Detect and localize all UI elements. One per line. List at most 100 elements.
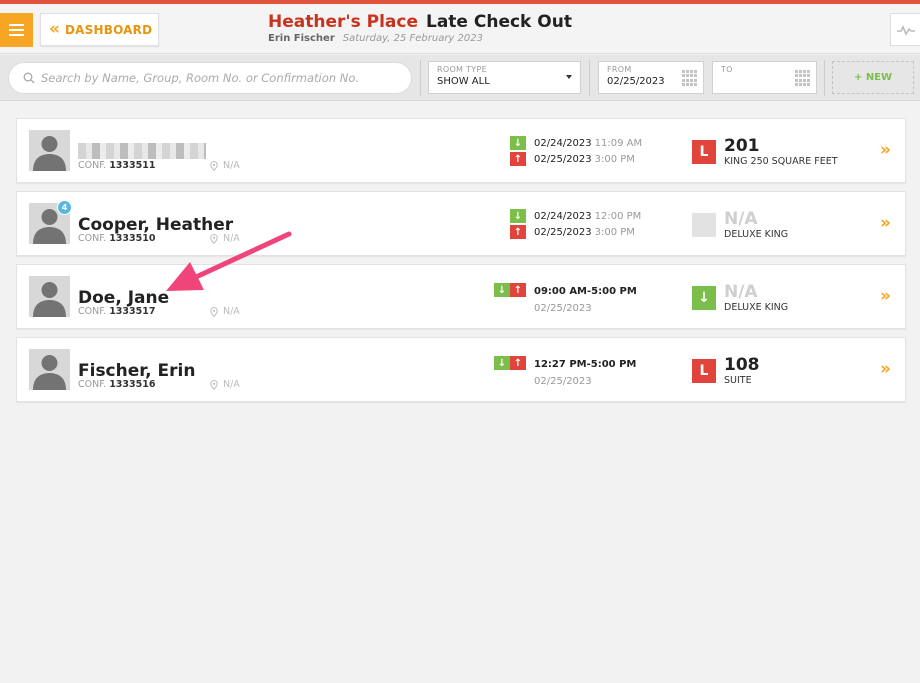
guest-name: Cooper, Heather: [78, 215, 234, 235]
open-reservation-chevron-icon[interactable]: »: [880, 286, 891, 306]
stay-time-range: 12:27 PM-5:00 PM: [534, 359, 637, 370]
room-type-select[interactable]: ROOM TYPE SHOW ALL: [428, 61, 581, 94]
departure-arrow-icon: ↑: [510, 152, 526, 166]
divider: [824, 60, 825, 96]
pulse-icon: [896, 24, 915, 36]
room-number: N/A: [724, 282, 758, 302]
calendar-grid-icon: [682, 70, 698, 86]
filter-toolbar: ROOM TYPE SHOW ALL FROM 02/25/2023 TO + …: [0, 55, 920, 101]
page-title: Late Check Out: [425, 12, 572, 32]
caret-down-icon: [566, 75, 572, 79]
divider: [420, 60, 421, 96]
page-heading: Heather's Place Late Check Out Erin Fisch…: [268, 12, 668, 44]
guest-location: N/A: [210, 160, 240, 171]
departure-arrow-icon: ↑: [510, 356, 526, 370]
reservation-row[interactable]: CONF. 1333511 N/A ↓ 02/24/2023 11:09 AM ↑ …: [16, 118, 906, 183]
reservation-list: CONF. 1333511 N/A ↓ 02/24/2023 11:09 AM ↑ …: [16, 118, 906, 410]
arrival-date: 02/24/2023: [534, 137, 592, 149]
guest-name: Doe, Jane: [78, 288, 170, 308]
calendar-grid-icon: [795, 70, 811, 86]
map-pin-icon: [210, 233, 218, 244]
room-type: DELUXE KING: [724, 229, 789, 240]
room-number: 201: [724, 136, 760, 156]
arrival-departure-icons: ↓ ↑: [494, 283, 526, 297]
arrival-departure-icons: ↓ ↑: [494, 356, 526, 370]
arrival-arrow-icon: ↓: [494, 283, 510, 297]
arrival-time: 11:09 AM: [594, 137, 643, 149]
menu-icon-line: [9, 24, 24, 26]
guest-avatar: [29, 276, 70, 317]
confirmation-number: CONF. 1333517: [78, 306, 156, 317]
guest-location: N/A: [210, 306, 240, 317]
room-unassigned-icon: [692, 213, 716, 237]
menu-icon-line: [9, 29, 24, 31]
guest-avatar: [29, 130, 70, 171]
room-status-late-icon: L: [692, 140, 716, 164]
to-date-field[interactable]: TO: [712, 61, 817, 94]
stay-time-range: 09:00 AM-5:00 PM: [534, 286, 637, 297]
arrival-arrow-icon: ↓: [494, 356, 510, 370]
guest-name-redacted: [78, 143, 206, 159]
reservation-row[interactable]: Doe, Jane CONF. 1333517 N/A ↓ ↑ 09:00 AM-…: [16, 264, 906, 329]
departure-time: 3:00 PM: [594, 153, 635, 165]
room-number: N/A: [724, 209, 758, 229]
activity-button[interactable]: [890, 13, 920, 46]
arrival-time: 12:00 PM: [594, 210, 642, 222]
guest-location: N/A: [210, 379, 240, 390]
open-reservation-chevron-icon[interactable]: »: [880, 140, 891, 160]
map-pin-icon: [210, 160, 218, 171]
departure-date: 02/25/2023: [534, 226, 592, 238]
guest-avatar: [29, 349, 70, 390]
room-type-label: ROOM TYPE: [437, 65, 487, 74]
room-number: 108: [724, 355, 760, 375]
person-silhouette-icon: [33, 355, 66, 390]
confirmation-number: CONF. 1333510: [78, 233, 156, 244]
reservation-row[interactable]: 4 Cooper, Heather CONF. 1333510 N/A ↓ 02/…: [16, 191, 906, 256]
from-date-field[interactable]: FROM 02/25/2023: [598, 61, 704, 94]
search-box[interactable]: [8, 62, 412, 94]
open-reservation-chevron-icon[interactable]: »: [880, 213, 891, 233]
stay-date: 02/25/2023: [534, 376, 592, 387]
arrival-line: ↓ 02/24/2023 12:00 PM: [510, 209, 641, 223]
confirmation-number: CONF. 1333516: [78, 379, 156, 390]
room-type-value: SHOW ALL: [437, 76, 490, 87]
departure-line: ↑ 02/25/2023 3:00 PM: [510, 152, 635, 166]
arrival-line: ↓ 02/24/2023 11:09 AM: [510, 136, 642, 150]
guest-name: Fischer, Erin: [78, 361, 196, 381]
arrival-arrow-icon: ↓: [510, 136, 526, 150]
guest-location: N/A: [210, 233, 240, 244]
departure-line: ↑ 02/25/2023 3:00 PM: [510, 225, 635, 239]
dashboard-button[interactable]: « DASHBOARD: [40, 13, 159, 46]
menu-button[interactable]: [0, 13, 33, 47]
search-input[interactable]: [41, 71, 401, 85]
person-silhouette-icon: [33, 136, 66, 171]
arrival-date: 02/24/2023: [534, 210, 592, 222]
reservation-row[interactable]: Fischer, Erin CONF. 1333516 N/A ↓ ↑ 12:27…: [16, 337, 906, 402]
arrival-arrow-icon: ↓: [510, 209, 526, 223]
confirmation-number: CONF. 1333511: [78, 160, 156, 171]
user-name: Erin Fischer: [268, 33, 335, 44]
new-reservation-button[interactable]: + NEW: [832, 61, 914, 94]
departure-arrow-icon: ↑: [510, 225, 526, 239]
stay-date: 02/25/2023: [534, 303, 592, 314]
divider: [589, 60, 590, 96]
arrival-status-icon: ↓: [692, 286, 716, 310]
guest-count-badge: 4: [57, 200, 72, 215]
departure-date: 02/25/2023: [534, 153, 592, 165]
room-type: DELUXE KING: [724, 302, 789, 313]
menu-icon-line: [9, 34, 24, 36]
person-silhouette-icon: [33, 282, 66, 317]
dashboard-label: DASHBOARD: [64, 22, 153, 37]
departure-time: 3:00 PM: [594, 226, 635, 238]
map-pin-icon: [210, 379, 218, 390]
open-reservation-chevron-icon[interactable]: »: [880, 359, 891, 379]
map-pin-icon: [210, 306, 218, 317]
room-type: KING 250 SQUARE FEET: [724, 156, 838, 167]
room-type: SUITE: [724, 375, 752, 386]
app-header: « DASHBOARD Heather's Place Late Check Ou…: [0, 4, 920, 54]
room-status-late-icon: L: [692, 359, 716, 383]
double-chevron-left-icon: «: [49, 19, 60, 39]
departure-arrow-icon: ↑: [510, 283, 526, 297]
business-date: Saturday, 25 February 2023: [342, 33, 483, 44]
search-icon: [23, 72, 35, 84]
